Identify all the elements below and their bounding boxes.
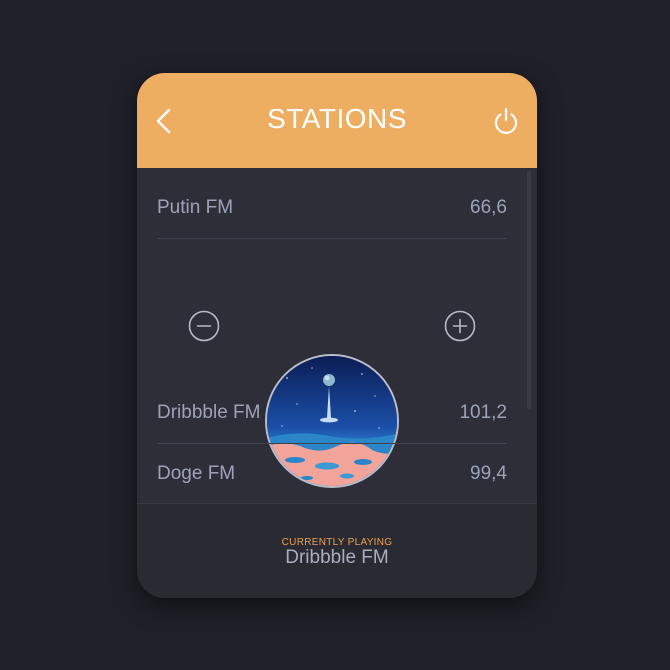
station-name: Putin FM <box>157 197 234 218</box>
divider <box>157 443 507 444</box>
scrollbar[interactable] <box>527 171 531 409</box>
divider <box>157 238 507 239</box>
header: STATIONS <box>137 73 537 168</box>
minus-circle-icon[interactable] <box>188 310 220 342</box>
station-list[interactable]: Putin FM 66,6 Dribbble FM 101,2 Doge FM … <box>137 168 537 503</box>
station-row-putin-fm[interactable]: Putin FM 66,6 <box>157 193 507 223</box>
power-icon[interactable] <box>491 106 521 136</box>
station-frequency: 66,6 <box>470 197 507 218</box>
station-name: Dribbble FM <box>157 402 261 423</box>
station-name: Doge FM <box>157 463 236 484</box>
radio-card: STATIONS Putin FM 66,6 Dribbble FM 101,2… <box>137 73 537 598</box>
station-frequency: 99,4 <box>470 463 507 484</box>
page-title: STATIONS <box>267 103 407 134</box>
station-row-dribbble-fm[interactable]: Dribbble FM 101,2 <box>157 398 507 428</box>
station-frequency: 101,2 <box>459 402 507 423</box>
now-playing-station: Dribbble FM <box>285 547 389 568</box>
station-row-doge-fm[interactable]: Doge FM 99,4 <box>157 459 507 489</box>
now-playing-bar[interactable]: CURRENTLY PLAYING Dribbble FM <box>137 503 537 598</box>
plus-circle-icon[interactable] <box>444 310 476 342</box>
